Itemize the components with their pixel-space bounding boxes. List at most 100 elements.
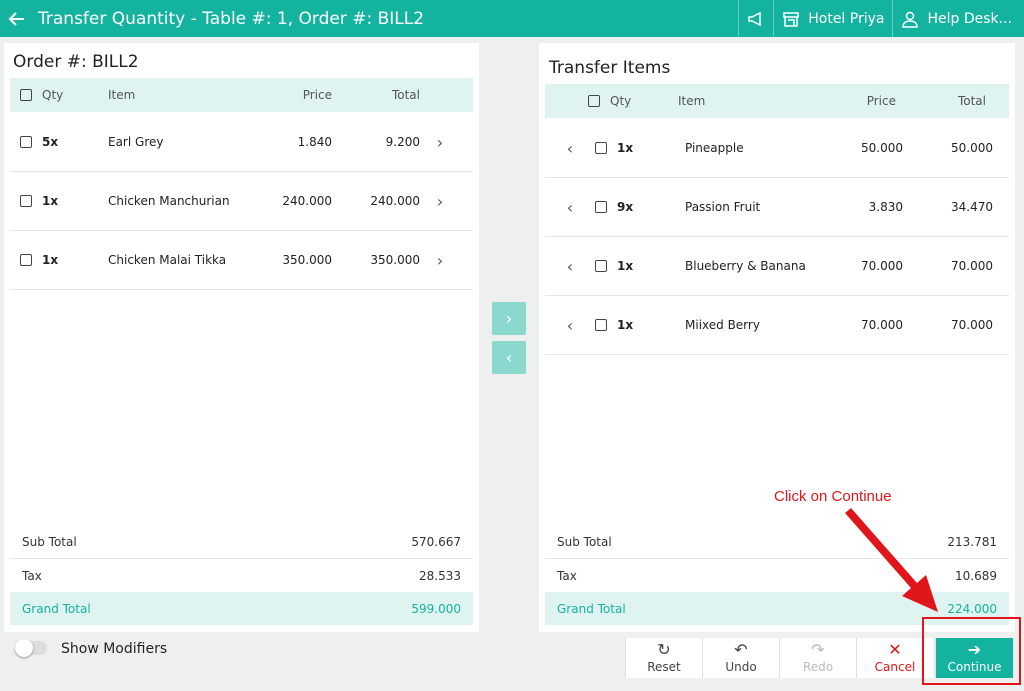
hotel-name: Hotel Priya — [808, 10, 885, 27]
col-total: Total — [391, 88, 420, 102]
chevron-left-icon[interactable]: ‹ — [545, 198, 595, 217]
subtotal-label: Sub Total — [557, 535, 612, 549]
row-checkbox[interactable] — [595, 142, 607, 154]
chevron-right-icon[interactable]: › — [420, 192, 460, 211]
tax-label: Tax — [557, 569, 577, 583]
row-price: 240.000 — [282, 194, 332, 208]
subtotal-row: Sub Total 570.667 — [10, 526, 473, 559]
chevron-right-icon[interactable]: › — [420, 251, 460, 270]
tax-label: Tax — [22, 569, 42, 583]
row-checkbox[interactable] — [595, 201, 607, 213]
grand-total-value: 224.000 — [947, 601, 997, 616]
transfer-row[interactable]: ‹ 9x Passion Fruit 3.830 34.470 — [545, 178, 1009, 237]
row-checkbox[interactable] — [20, 254, 32, 266]
row-price: 70.000 — [861, 318, 903, 332]
subtotal-value: 570.667 — [411, 535, 461, 549]
row-item: Earl Grey — [108, 135, 164, 149]
row-price: 50.000 — [861, 141, 903, 155]
chevron-left-icon[interactable]: ‹ — [545, 257, 595, 276]
row-total: 70.000 — [951, 318, 993, 332]
row-checkbox[interactable] — [595, 260, 607, 272]
order-row[interactable]: 1x Chicken Malai Tikka 350.000 350.000 › — [10, 231, 473, 290]
row-price: 1.840 — [297, 135, 332, 149]
chevron-right-icon[interactable]: › — [420, 133, 460, 152]
transfer-row[interactable]: ‹ 1x Blueberry & Banana 70.000 70.000 — [545, 237, 1009, 296]
row-price: 350.000 — [282, 253, 332, 267]
hotel-selector[interactable]: Hotel Priya — [773, 0, 892, 37]
subtotal-label: Sub Total — [22, 535, 77, 549]
transfer-row[interactable]: ‹ 1x Pineapple 50.000 50.000 — [545, 119, 1009, 178]
col-qty: Qty — [42, 88, 64, 102]
subtotal-value: 213.781 — [947, 535, 997, 549]
reset-button[interactable]: ↻ Reset — [625, 638, 702, 678]
transfer-panel: Transfer Items Qty Item Price Total ‹ 1x P… — [539, 43, 1015, 632]
undo-label: Undo — [725, 660, 757, 674]
transfer-tax-row: Tax 10.689 — [545, 560, 1009, 593]
announcement-button[interactable] — [738, 0, 773, 37]
row-checkbox[interactable] — [20, 195, 32, 207]
select-all-checkbox[interactable] — [20, 89, 32, 101]
cancel-label: Cancel — [874, 660, 916, 674]
store-icon — [783, 11, 799, 27]
row-total: 240.000 — [370, 194, 420, 208]
back-arrow-icon[interactable] — [0, 0, 26, 37]
help-desk-label: Help Desk... — [927, 10, 1012, 27]
redo-button[interactable]: ↷ Redo — [779, 638, 856, 678]
chevron-right-icon: › — [505, 309, 513, 328]
row-qty: 1x — [617, 141, 634, 155]
chevron-left-icon[interactable]: ‹ — [545, 139, 595, 158]
close-icon: ✕ — [888, 640, 902, 659]
move-right-button[interactable]: › — [492, 302, 526, 335]
col-item: Item — [678, 94, 706, 108]
help-desk-menu[interactable]: Help Desk... — [892, 0, 1024, 37]
tax-row: Tax 28.533 — [10, 560, 473, 593]
reset-label: Reset — [647, 660, 681, 674]
page-title: Transfer Quantity - Table #: 1, Order #:… — [38, 8, 425, 29]
row-item: Miixed Berry — [685, 318, 760, 332]
user-icon — [902, 11, 919, 28]
row-checkbox[interactable] — [595, 319, 607, 331]
row-total: 350.000 — [370, 253, 420, 267]
toggle-knob — [15, 639, 33, 657]
transfer-table-header: Qty Item Price Total — [545, 84, 1009, 118]
row-qty: 1x — [42, 253, 59, 267]
redo-label: Redo — [802, 660, 834, 674]
undo-button[interactable]: ↶ Undo — [702, 638, 779, 678]
row-qty: 5x — [42, 135, 59, 149]
row-qty: 1x — [617, 259, 634, 273]
transfer-row[interactable]: ‹ 1x Miixed Berry 70.000 70.000 — [545, 296, 1009, 355]
row-item: Passion Fruit — [685, 200, 761, 214]
row-checkbox[interactable] — [20, 136, 32, 148]
show-modifiers-toggle[interactable] — [15, 639, 47, 657]
reset-icon: ↻ — [657, 640, 671, 659]
row-item: Blueberry & Banana — [685, 259, 806, 273]
row-price: 70.000 — [861, 259, 903, 273]
megaphone-icon — [748, 11, 761, 26]
row-qty: 1x — [42, 194, 59, 208]
row-qty: 9x — [617, 200, 634, 214]
row-item: Pineapple — [685, 141, 744, 155]
col-item: Item — [108, 88, 136, 102]
row-total: 50.000 — [951, 141, 993, 155]
order-table-header: Qty Item Price Total — [10, 78, 473, 112]
row-total: 9.200 — [385, 135, 420, 149]
row-item: Chicken Manchurian — [108, 194, 230, 208]
order-row[interactable]: 5x Earl Grey 1.840 9.200 › — [10, 113, 473, 172]
grand-total-label: Grand Total — [22, 601, 91, 616]
grand-total-value: 599.000 — [411, 601, 461, 616]
move-left-button[interactable]: ‹ — [492, 341, 526, 374]
col-qty: Qty — [610, 94, 632, 108]
order-title: Order #: BILL2 — [13, 52, 139, 72]
order-row[interactable]: 1x Chicken Manchurian 240.000 240.000 › — [10, 172, 473, 231]
annotation-text: Click on Continue — [774, 488, 892, 505]
col-price: Price — [302, 88, 332, 102]
top-bar: Transfer Quantity - Table #: 1, Order #:… — [0, 0, 1024, 37]
select-all-transfer-checkbox[interactable] — [588, 95, 600, 107]
row-qty: 1x — [617, 318, 634, 332]
chevron-left-icon[interactable]: ‹ — [545, 316, 595, 335]
row-price: 3.830 — [868, 200, 903, 214]
row-item: Chicken Malai Tikka — [108, 253, 227, 267]
grand-total-label: Grand Total — [557, 601, 626, 616]
transfer-title: Transfer Items — [549, 58, 671, 78]
row-total: 70.000 — [951, 259, 993, 273]
